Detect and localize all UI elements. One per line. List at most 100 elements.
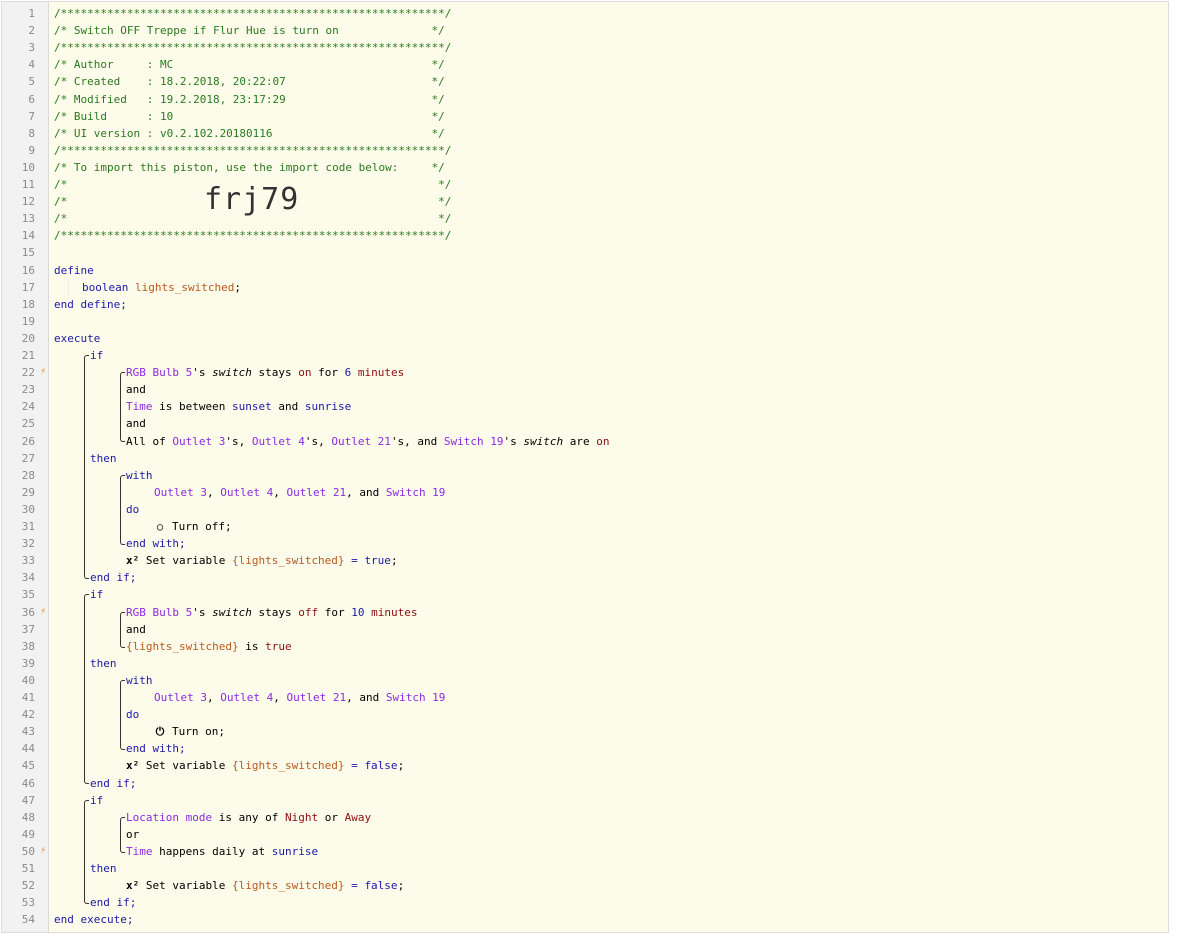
code-line: /* Modified : 19.2.2018, 23:17:29 */	[54, 91, 445, 108]
lightning-icon: ⚡	[40, 845, 47, 856]
device-name[interactable]: Outlet 21	[286, 486, 346, 499]
device-name[interactable]: RGB Bulb 5	[126, 606, 192, 619]
device-name[interactable]: Location mode	[126, 811, 212, 824]
code-line: then	[90, 655, 117, 672]
value: true	[265, 639, 292, 653]
code-token: or	[318, 810, 345, 824]
code-token: All of	[126, 434, 173, 448]
code-line: do	[126, 706, 139, 723]
line-number: 32	[21, 537, 35, 551]
line-number: 50	[21, 844, 35, 858]
device-name[interactable]: Outlet 4	[220, 691, 273, 704]
device-name[interactable]: RGB Bulb 5	[126, 366, 192, 379]
line-number: 20	[21, 331, 35, 345]
keyword-end-with: end with;	[126, 742, 186, 756]
unit: minutes	[364, 605, 418, 619]
device-name[interactable]: Outlet 4	[220, 486, 273, 499]
code-line: with	[126, 672, 153, 689]
variable-name: lights_switched	[134, 280, 235, 294]
value: sunset	[231, 400, 272, 414]
device-name[interactable]: Time	[126, 400, 153, 413]
line-number: 23	[21, 383, 35, 397]
lightning-icon: ⚡	[40, 367, 47, 378]
code-line: Time happens daily at sunrise	[126, 843, 318, 860]
code-token: ;	[397, 879, 405, 893]
value: sunrise	[271, 844, 319, 858]
code-token: ;	[390, 554, 398, 568]
code-line: end execute;	[54, 911, 133, 928]
line-number: 16	[21, 263, 35, 277]
keyword-if: if	[90, 349, 104, 362]
device-name[interactable]: Outlet 3	[154, 486, 207, 499]
line-number: 13	[21, 212, 35, 226]
code-token: stays	[251, 366, 299, 380]
code-line: x² Set variable {lights_switched} = true…	[126, 552, 398, 569]
code-token: 's	[192, 366, 213, 380]
line-number: 40	[21, 673, 35, 687]
block-bracket	[120, 372, 125, 443]
variable-ref: {lights_switched}	[231, 759, 345, 773]
keyword-define: define	[54, 263, 94, 277]
code-line: end with;	[126, 740, 186, 757]
value: Night	[284, 810, 319, 824]
line-number: 30	[21, 502, 35, 516]
unit: minutes	[351, 366, 405, 380]
keyword-end-define: end define;	[54, 297, 127, 311]
value: sunrise	[304, 400, 352, 414]
line-number: 19	[21, 314, 35, 328]
code-line: define	[54, 262, 94, 279]
device-name[interactable]: Switch 19	[386, 691, 446, 704]
header-comment: /* Build : 10 */	[54, 109, 445, 123]
code-token: and	[271, 400, 305, 414]
line-number: 31	[21, 520, 35, 533]
code-line: x² Set variable {lights_switched} = fals…	[126, 757, 404, 774]
line-number: 12	[21, 195, 35, 209]
code-line: and	[126, 381, 146, 398]
header-comment: /* Switch OFF Treppe if Flur Hue is turn…	[54, 24, 445, 38]
keyword-then: then	[90, 862, 117, 875]
line-number-gutter: 1 2 3 4 5 6 7 8 9 10 11 12 13 14 15 16 17 18 19 20 21 22 23 24 2…	[2, 2, 49, 932]
block-bracket	[84, 799, 89, 905]
code-line: if	[90, 586, 103, 603]
device-name[interactable]: Time	[126, 845, 153, 858]
keyword-end-if: end if;	[90, 896, 137, 910]
line-number: 1	[28, 7, 35, 20]
line-number: 41	[21, 691, 35, 704]
block-bracket	[84, 355, 89, 580]
device-name[interactable]: Outlet 21	[286, 691, 346, 704]
line-number: 2	[28, 24, 35, 38]
line-number: 17	[21, 280, 35, 294]
line-number: 42	[21, 708, 35, 722]
device-name[interactable]: Outlet 4	[252, 435, 305, 448]
device-name[interactable]: Outlet 3	[172, 435, 225, 448]
device-name[interactable]: Outlet 3	[154, 691, 207, 704]
block-bracket	[84, 594, 89, 785]
device-name[interactable]: Outlet 21	[331, 435, 391, 448]
value: Away	[344, 810, 372, 824]
semicolon: ;	[234, 280, 241, 294]
code-line: RGB Bulb 5's switch stays on for 6 minut…	[126, 364, 404, 381]
power-on-icon: ⏻	[155, 725, 165, 739]
line-number: 36	[21, 605, 35, 619]
line-number: 15	[21, 246, 35, 260]
code-line: end if;	[90, 775, 136, 792]
device-name[interactable]: Switch 19	[444, 435, 504, 448]
device-name[interactable]: Switch 19	[386, 486, 446, 499]
variable-ref: {lights_switched}	[126, 639, 239, 653]
keyword-do: do	[126, 708, 140, 722]
code-token: ,	[273, 485, 287, 499]
keyword-end-execute: end execute;	[54, 913, 134, 927]
line-number: 53	[21, 896, 35, 910]
code-line: Outlet 3, Outlet 4, Outlet 21, and Switc…	[154, 689, 445, 706]
line-number: 4	[28, 58, 35, 72]
code-line: {lights_switched} is true	[126, 638, 292, 655]
value: on	[298, 366, 312, 380]
code-line: end if;	[90, 569, 136, 586]
line-number: 14	[21, 229, 35, 243]
code-line: /* Switch OFF Treppe if Flur Hue is turn…	[54, 22, 445, 39]
code-token: is between	[152, 400, 232, 414]
code-line: with	[126, 467, 153, 484]
code-token: 's,	[304, 434, 332, 448]
